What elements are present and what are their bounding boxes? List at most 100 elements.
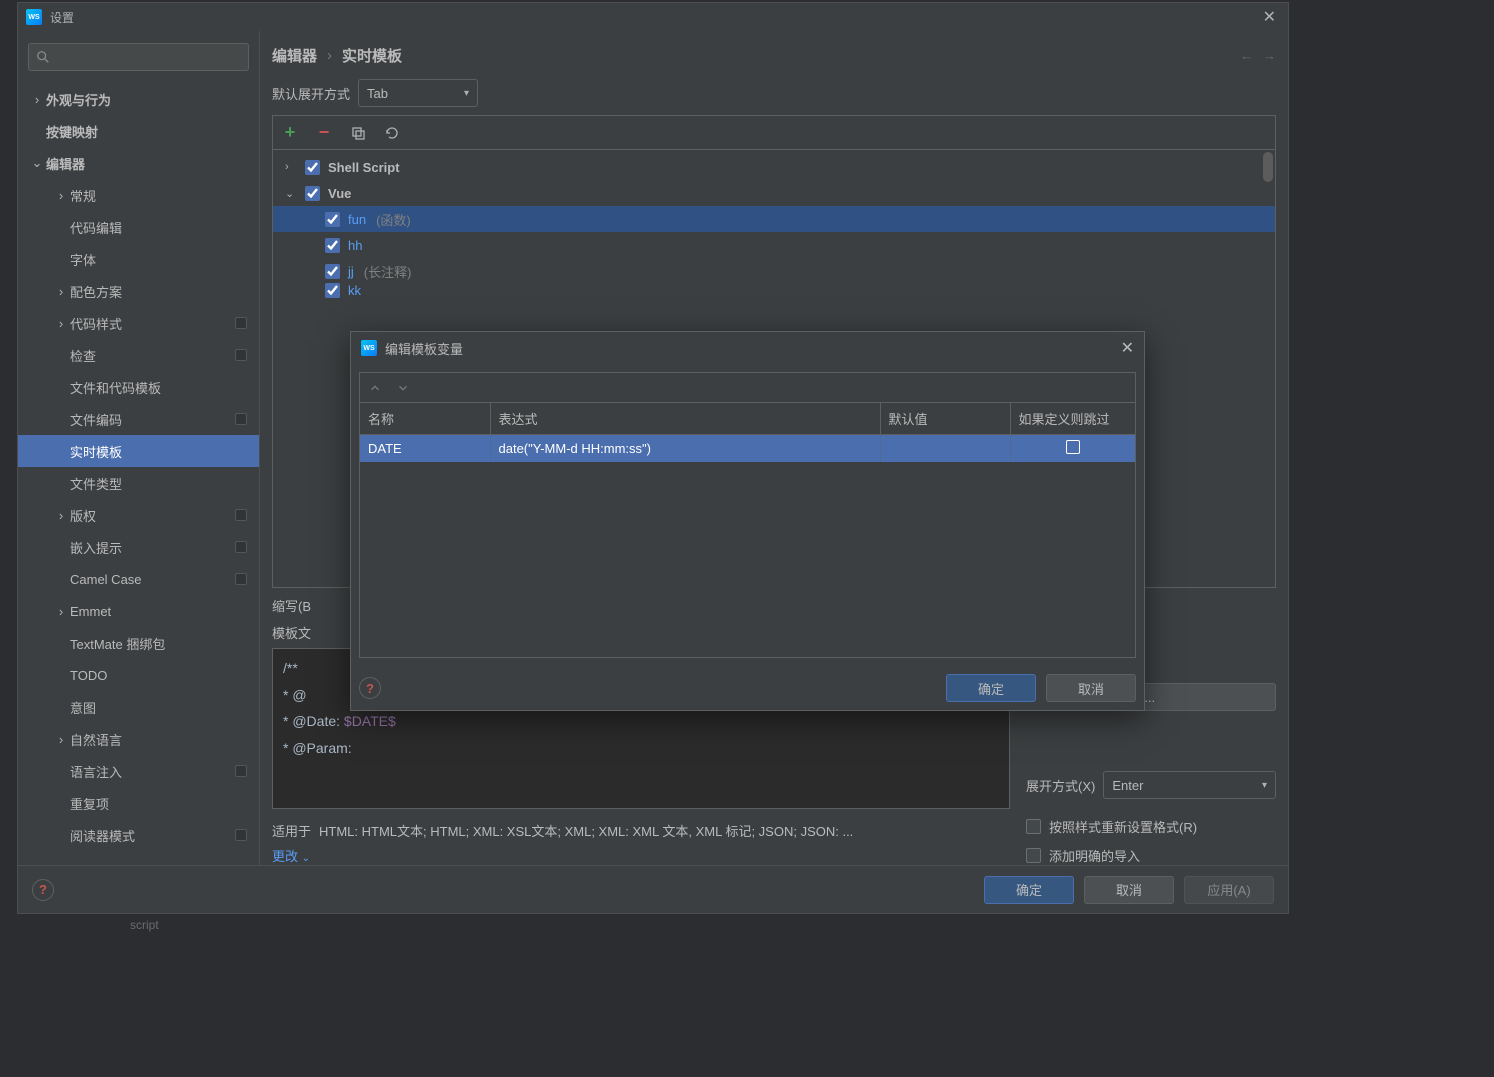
opt2-row[interactable]: 添加明确的导入 <box>1026 846 1276 865</box>
scrollbar[interactable] <box>1263 152 1273 585</box>
list-item[interactable]: ⌄Vue <box>273 180 1275 206</box>
sidebar-item[interactable]: 代码编辑 <box>18 211 259 243</box>
sidebar-item[interactable]: 文件类型 <box>18 467 259 499</box>
nav-arrows: ← → <box>1240 48 1276 63</box>
dialog-cancel-button[interactable]: 取消 <box>1046 674 1136 702</box>
sidebar-item[interactable]: ›常规 <box>18 179 259 211</box>
expand-dropdown[interactable]: Tab ▾ <box>358 79 478 107</box>
footer: ? 确定 取消 应用(A) <box>18 865 1288 913</box>
sidebar-item[interactable]: ›代码样式 <box>18 307 259 339</box>
checkbox[interactable] <box>325 238 340 253</box>
sidebar-item[interactable]: 意图 <box>18 691 259 723</box>
chevron-icon: ⌄ <box>28 155 46 171</box>
help-icon[interactable]: ? <box>32 879 54 901</box>
move-up-icon[interactable] <box>368 381 382 395</box>
sidebar-item[interactable]: 字体 <box>18 243 259 275</box>
dialog-footer: ? 确定 取消 <box>351 666 1144 710</box>
list-item[interactable]: kk <box>273 284 1275 296</box>
close-icon[interactable]: ✕ <box>1259 7 1280 27</box>
copy-icon[interactable] <box>349 124 367 142</box>
dialog-titlebar: WS 编辑模板变量 ✕ <box>351 332 1144 364</box>
chevron-icon: › <box>52 604 70 619</box>
nav-forward-icon[interactable]: → <box>1263 48 1276 63</box>
variable-table[interactable]: 名称 表达式 默认值 如果定义则跳过 DATE date("Y-MM-d HH:… <box>360 403 1135 462</box>
list-item[interactable]: jj(长注释) <box>273 258 1275 284</box>
sidebar-item[interactable]: TODO <box>18 659 259 691</box>
chevron-icon: ⌄ <box>285 187 299 200</box>
sidebar-item[interactable]: 实时模板 <box>18 435 259 467</box>
help-icon[interactable]: ? <box>359 677 381 699</box>
checkbox[interactable] <box>325 212 340 227</box>
sidebar-item-label: TextMate 捆绑包 <box>70 634 247 653</box>
sidebar-item[interactable]: 检查 <box>18 339 259 371</box>
revert-icon[interactable] <box>383 124 401 142</box>
table-row[interactable]: DATE date("Y-MM-d HH:mm:ss") <box>360 435 1135 463</box>
cell-expr[interactable]: date("Y-MM-d HH:mm:ss") <box>490 435 880 463</box>
sidebar-item[interactable]: 嵌入提示 <box>18 531 259 563</box>
list-item[interactable]: ›Shell Script <box>273 154 1275 180</box>
cancel-button[interactable]: 取消 <box>1084 876 1174 904</box>
sidebar-item[interactable]: 按键映射 <box>18 115 259 147</box>
remove-icon[interactable]: − <box>315 124 333 142</box>
sidebar-item-label: 嵌入提示 <box>70 538 235 557</box>
sidebar-item-label: 常规 <box>70 186 247 205</box>
checkbox[interactable] <box>325 264 340 279</box>
sidebar-item[interactable]: Camel Case <box>18 563 259 595</box>
sidebar-item-label: 代码样式 <box>70 314 235 333</box>
opt1-label: 按照样式重新设置格式(R) <box>1049 817 1197 836</box>
change-link-arrow[interactable]: ⌄ <box>302 853 310 864</box>
sidebar-item-label: Camel Case <box>70 572 235 587</box>
scope-badge-icon <box>235 573 247 585</box>
ok-button[interactable]: 确定 <box>984 876 1074 904</box>
sidebar-item[interactable]: TextMate 捆绑包 <box>18 627 259 659</box>
sidebar-item-label: 意图 <box>70 698 247 717</box>
cell-default[interactable] <box>880 435 1010 463</box>
scrollbar-thumb[interactable] <box>1263 152 1273 182</box>
sidebar-item[interactable]: ›自然语言 <box>18 723 259 755</box>
expand2-dropdown[interactable]: Enter ▾ <box>1103 771 1276 799</box>
sidebar-item[interactable]: 阅读器模式 <box>18 819 259 851</box>
checkbox[interactable] <box>305 186 320 201</box>
apply-button[interactable]: 应用(A) <box>1184 876 1274 904</box>
edit-template-variables-dialog: WS 编辑模板变量 ✕ 名称 表达式 默认值 如果定义则跳过 DATE <box>350 331 1145 711</box>
checkbox-icon[interactable] <box>1026 819 1041 834</box>
search-input[interactable] <box>28 43 249 71</box>
list-item[interactable]: hh <box>273 232 1275 258</box>
item-name: hh <box>348 238 362 253</box>
scope-badge-icon <box>235 509 247 521</box>
search-wrap <box>18 39 259 79</box>
cell-skip[interactable] <box>1010 435 1135 463</box>
move-down-icon[interactable] <box>396 381 410 395</box>
checkbox-icon[interactable] <box>1066 440 1080 454</box>
col-default: 默认值 <box>880 403 1010 435</box>
checkbox[interactable] <box>305 160 320 175</box>
checkbox[interactable] <box>325 283 340 298</box>
sidebar-item[interactable]: 重复项 <box>18 787 259 819</box>
sidebar-item[interactable]: ⌄编辑器 <box>18 147 259 179</box>
chevron-icon: › <box>285 161 299 173</box>
sidebar-item[interactable]: 文件和代码模板 <box>18 371 259 403</box>
sidebar-item-label: TODO <box>70 668 247 683</box>
opt1-row[interactable]: 按照样式重新设置格式(R) <box>1026 817 1276 836</box>
applies-text: HTML: HTML文本; HTML; XML: XSL文本; XML; XML… <box>319 821 853 840</box>
sidebar-item[interactable]: ›外观与行为 <box>18 83 259 115</box>
add-icon[interactable]: + <box>281 124 299 142</box>
settings-tree[interactable]: ›外观与行为按键映射⌄编辑器›常规代码编辑字体›配色方案›代码样式检查文件和代码… <box>18 79 259 865</box>
dialog-title: 编辑模板变量 <box>385 339 1121 358</box>
sidebar-item[interactable]: 语言注入 <box>18 755 259 787</box>
checkbox-icon[interactable] <box>1026 848 1041 863</box>
dialog-ok-button[interactable]: 确定 <box>946 674 1036 702</box>
breadcrumb: 编辑器 › 实时模板 <box>272 45 1240 66</box>
list-item[interactable]: fun(函数) <box>273 206 1275 232</box>
nav-back-icon[interactable]: ← <box>1240 48 1253 63</box>
abbrev-label: 缩写(B <box>272 596 322 615</box>
sidebar-item[interactable]: ›配色方案 <box>18 275 259 307</box>
change-link[interactable]: 更改 <box>272 849 298 864</box>
sidebar-item[interactable]: ›版权 <box>18 499 259 531</box>
item-name: fun <box>348 212 366 227</box>
sidebar-item[interactable]: ›Emmet <box>18 595 259 627</box>
sidebar-item[interactable]: 文件编码 <box>18 403 259 435</box>
close-icon[interactable]: ✕ <box>1121 338 1134 358</box>
sidebar-item-label: 代码编辑 <box>70 218 247 237</box>
cell-name[interactable]: DATE <box>360 435 490 463</box>
